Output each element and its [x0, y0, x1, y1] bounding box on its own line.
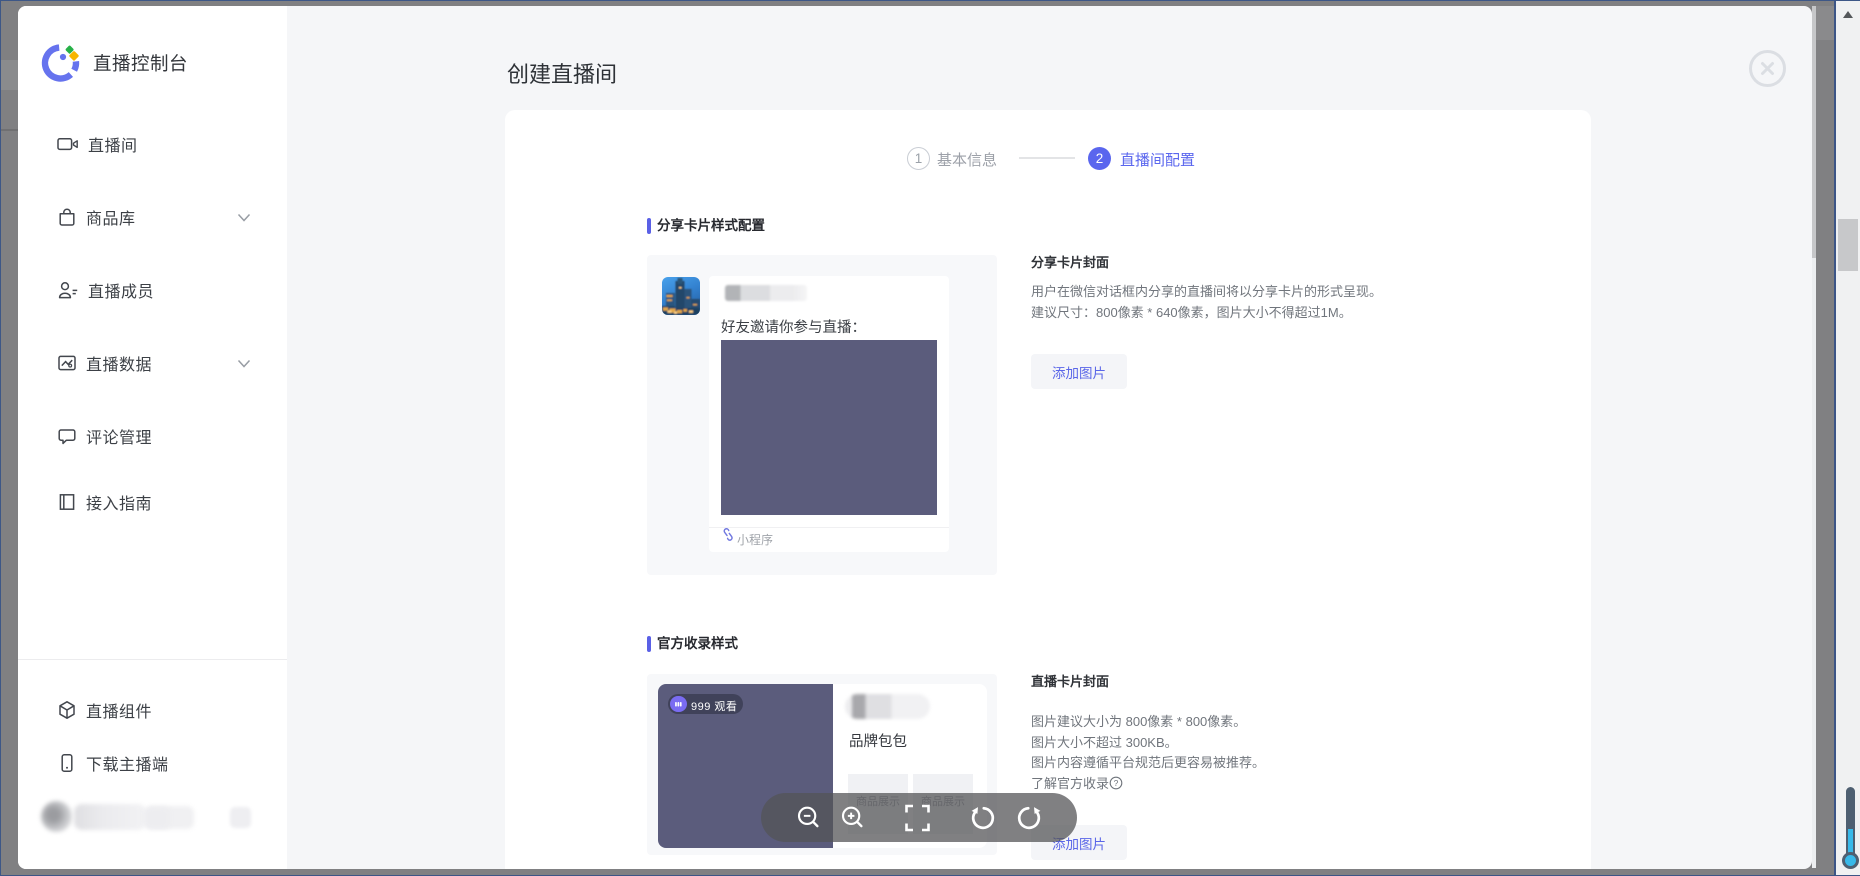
svg-text:?: ?: [1114, 778, 1119, 788]
